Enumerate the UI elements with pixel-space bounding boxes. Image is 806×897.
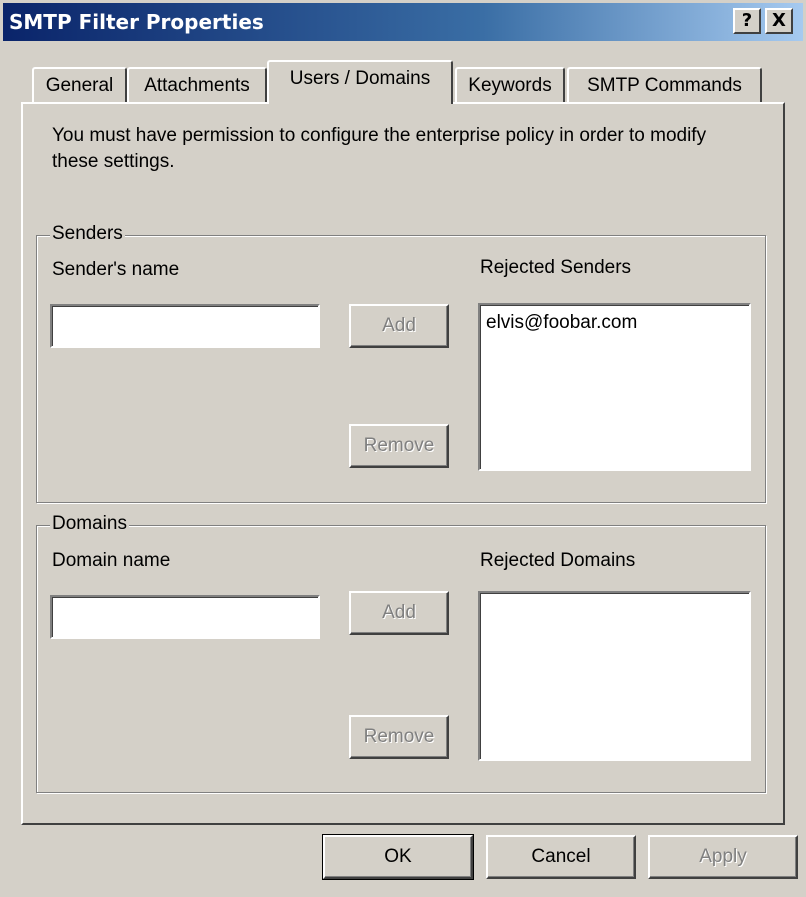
close-button[interactable]: X xyxy=(765,8,793,34)
ok-button[interactable]: OK xyxy=(322,834,474,880)
tab-keywords[interactable]: Keywords xyxy=(455,67,565,103)
add-domain-button[interactable]: Add xyxy=(349,591,449,635)
domain-name-label: Domain name xyxy=(52,550,171,571)
rejected-senders-label: Rejected Senders xyxy=(480,257,632,278)
rejected-domains-list[interactable] xyxy=(478,591,751,761)
list-item[interactable]: elvis@foobar.com xyxy=(486,311,743,335)
window-title: SMTP Filter Properties xyxy=(9,10,264,34)
cancel-button[interactable]: Cancel xyxy=(486,835,636,879)
permission-notice: You must have permission to configure th… xyxy=(52,125,707,172)
tab-users-domains[interactable]: Users / Domains xyxy=(267,60,453,104)
add-sender-button[interactable]: Add xyxy=(349,304,449,348)
senders-group-label: Senders xyxy=(50,223,125,245)
help-button[interactable]: ? xyxy=(733,8,761,34)
tab-attachments[interactable]: Attachments xyxy=(127,67,267,103)
remove-domain-button[interactable]: Remove xyxy=(349,715,449,759)
remove-sender-button[interactable]: Remove xyxy=(349,424,449,468)
apply-button[interactable]: Apply xyxy=(648,835,798,879)
tab-general[interactable]: General xyxy=(32,67,127,103)
sender-name-input[interactable] xyxy=(50,304,320,348)
domains-group-label: Domains xyxy=(50,513,129,535)
title-bar[interactable]: SMTP Filter Properties ? X xyxy=(3,3,803,41)
sender-name-label: Sender's name xyxy=(52,259,180,280)
smtp-filter-properties-dialog: SMTP Filter Properties ? X General Attac… xyxy=(0,0,806,897)
rejected-domains-label: Rejected Domains xyxy=(480,550,636,571)
rejected-senders-list[interactable]: elvis@foobar.com xyxy=(478,303,751,471)
tab-smtp-commands[interactable]: SMTP Commands xyxy=(567,67,762,103)
domain-name-input[interactable] xyxy=(50,595,320,639)
